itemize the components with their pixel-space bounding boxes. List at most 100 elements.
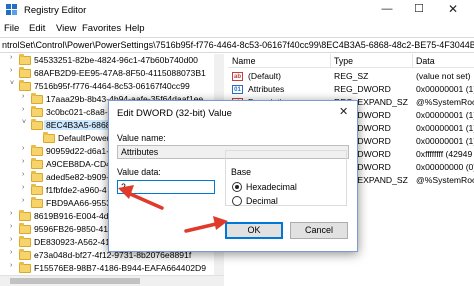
value-data: 0x00000001 (1)	[416, 84, 474, 94]
tree-item-label: 90959d22-d6a1-	[46, 146, 110, 156]
folder-icon	[31, 145, 43, 156]
folder-icon	[19, 210, 31, 221]
expand-arrow-icon[interactable]: ›	[10, 67, 12, 74]
expand-arrow-icon[interactable]: ›	[22, 93, 24, 100]
expand-arrow-icon[interactable]: ›	[22, 145, 24, 152]
expand-arrow-icon[interactable]: ›	[22, 197, 24, 204]
menu-bar: File Edit View Favorites Help	[0, 20, 474, 37]
value-name: (Default)	[248, 71, 281, 81]
expand-arrow-icon[interactable]: ›	[10, 236, 12, 243]
expand-arrow-icon[interactable]: ›	[10, 249, 12, 256]
folder-icon	[19, 67, 31, 78]
value-type: REG_SZ	[334, 71, 369, 81]
scrollbar-thumb[interactable]	[10, 278, 140, 284]
address-bar[interactable]: ntrolSet\Control\Power\PowerSettings\751…	[0, 37, 474, 53]
expand-arrow-icon[interactable]: ›	[22, 184, 24, 191]
expand-arrow-icon[interactable]: ›	[22, 158, 24, 165]
folder-icon	[19, 223, 31, 234]
value-data: 0x00000001 (1)	[416, 110, 474, 120]
menu-view[interactable]: View	[56, 23, 76, 34]
column-header-data[interactable]: Data	[416, 56, 435, 66]
ok-button[interactable]: OK	[225, 222, 283, 239]
value-data: @%SystemRoo	[416, 97, 474, 107]
tree-item-label: DE830923-A562-41	[34, 237, 110, 247]
value-name: Attributes	[248, 84, 285, 94]
list-row[interactable]: ab (Default) REG_SZ (value not set)	[228, 70, 474, 83]
column-header-name[interactable]: Name	[232, 56, 255, 66]
value-data: (value not set)	[416, 71, 471, 81]
decimal-radio[interactable]	[232, 196, 242, 206]
folder-icon	[19, 236, 31, 247]
tree-item-label: 8EC4B3A5-6868-	[44, 120, 116, 130]
value-data-label: Value data:	[117, 167, 161, 177]
folder-icon	[31, 106, 43, 117]
expand-arrow-icon[interactable]: ›	[22, 106, 24, 113]
hexadecimal-radio[interactable]	[232, 182, 242, 192]
value-name-label: Value name:	[117, 133, 166, 143]
tree-item-label: 3c0bc021-c8a8-	[46, 107, 108, 117]
base-groupbox	[225, 150, 347, 206]
menu-favorites[interactable]: Favorites	[82, 23, 121, 34]
value-data: 0x00000001 (1)	[416, 136, 474, 146]
tree-item-label: DefaultPowerS	[58, 133, 116, 143]
tree-item-label: FBD9AA66-9553-	[46, 198, 114, 208]
folder-icon	[31, 184, 43, 195]
window-title: Registry Editor	[24, 5, 87, 16]
dialog-close-button[interactable]: ✕	[339, 105, 348, 118]
tree-item-label: A9CEB8DA-CD4	[46, 159, 111, 169]
string-value-icon: ab	[232, 72, 243, 81]
folder-icon	[19, 249, 31, 260]
menu-help[interactable]: Help	[125, 23, 145, 34]
expand-arrow-icon[interactable]: ›	[22, 171, 24, 178]
tree-item-label: 7516b95f-f776-4464-8c53-06167f40cc99	[34, 81, 190, 91]
collapse-arrow-icon[interactable]: ˅	[10, 80, 14, 87]
value-data: @%SystemRoo	[416, 175, 474, 185]
expand-arrow-icon[interactable]: ›	[10, 223, 12, 230]
tree-item-label: 8619B916-E004-4dd	[34, 211, 114, 221]
expand-arrow-icon[interactable]: ›	[10, 262, 12, 269]
tree-item-label: 9596FB26-9850-41f	[34, 224, 111, 234]
folder-icon	[31, 93, 43, 104]
value-data: 0x00000000 (0)	[416, 162, 474, 172]
menu-edit[interactable]: Edit	[29, 23, 45, 34]
decimal-label[interactable]: Decimal	[246, 196, 278, 206]
folder-icon	[31, 119, 43, 130]
column-separator[interactable]	[330, 54, 331, 68]
folder-icon	[43, 132, 55, 143]
expand-arrow-icon[interactable]: ›	[10, 54, 12, 61]
column-separator[interactable]	[412, 54, 413, 68]
minimize-button[interactable]: —	[372, 0, 402, 20]
menu-file[interactable]: File	[4, 23, 19, 34]
folder-icon	[19, 262, 31, 273]
close-window-button[interactable]: ✕	[438, 0, 468, 20]
hexadecimal-label[interactable]: Hexadecimal	[246, 182, 297, 192]
list-row[interactable]: 01 Attributes REG_DWORD 0x00000001 (1)	[228, 83, 474, 96]
collapse-arrow-icon[interactable]: ˅	[22, 119, 26, 126]
folder-icon	[31, 158, 43, 169]
tree-item-label: 68AFB2D9-EE95-47A8-8F50-4115088073B1	[34, 68, 206, 78]
title-bar: Registry Editor — ☐ ✕	[0, 0, 474, 20]
tree-item-label: 54533251-82be-4824-96c1-47b60b740d00	[34, 55, 198, 65]
registry-app-icon	[6, 4, 18, 16]
value-data-input[interactable]: 2	[117, 180, 215, 194]
folder-icon	[31, 171, 43, 182]
tree-item-label: aded5e82-b909-	[46, 172, 110, 182]
edit-dword-dialog: Edit DWORD (32-bit) Value ✕ Value name: …	[108, 100, 358, 252]
cancel-button[interactable]: Cancel	[290, 222, 348, 239]
tree-item-label: F15576E8-98B7-4186-B944-EAFA664402D9	[34, 263, 206, 273]
address-path: ntrolSet\Control\Power\PowerSettings\751…	[2, 40, 474, 50]
tree-horizontal-scrollbar[interactable]	[0, 275, 224, 286]
value-type: REG_DWORD	[334, 84, 391, 94]
base-label: Base	[229, 167, 254, 177]
value-data: 0x00000001 (1)	[416, 123, 474, 133]
list-header: Name Type Data	[228, 54, 474, 68]
binary-value-icon: 01	[232, 85, 243, 94]
tree-item-label: f1fbfde2-a960-4	[46, 185, 107, 195]
value-data: 0xffffffff (42949	[416, 149, 473, 159]
folder-icon	[19, 54, 31, 65]
column-header-type[interactable]: Type	[334, 56, 353, 66]
folder-icon	[19, 80, 31, 91]
maximize-button[interactable]: ☐	[404, 0, 434, 20]
folder-icon	[31, 197, 43, 208]
expand-arrow-icon[interactable]: ›	[10, 210, 12, 217]
